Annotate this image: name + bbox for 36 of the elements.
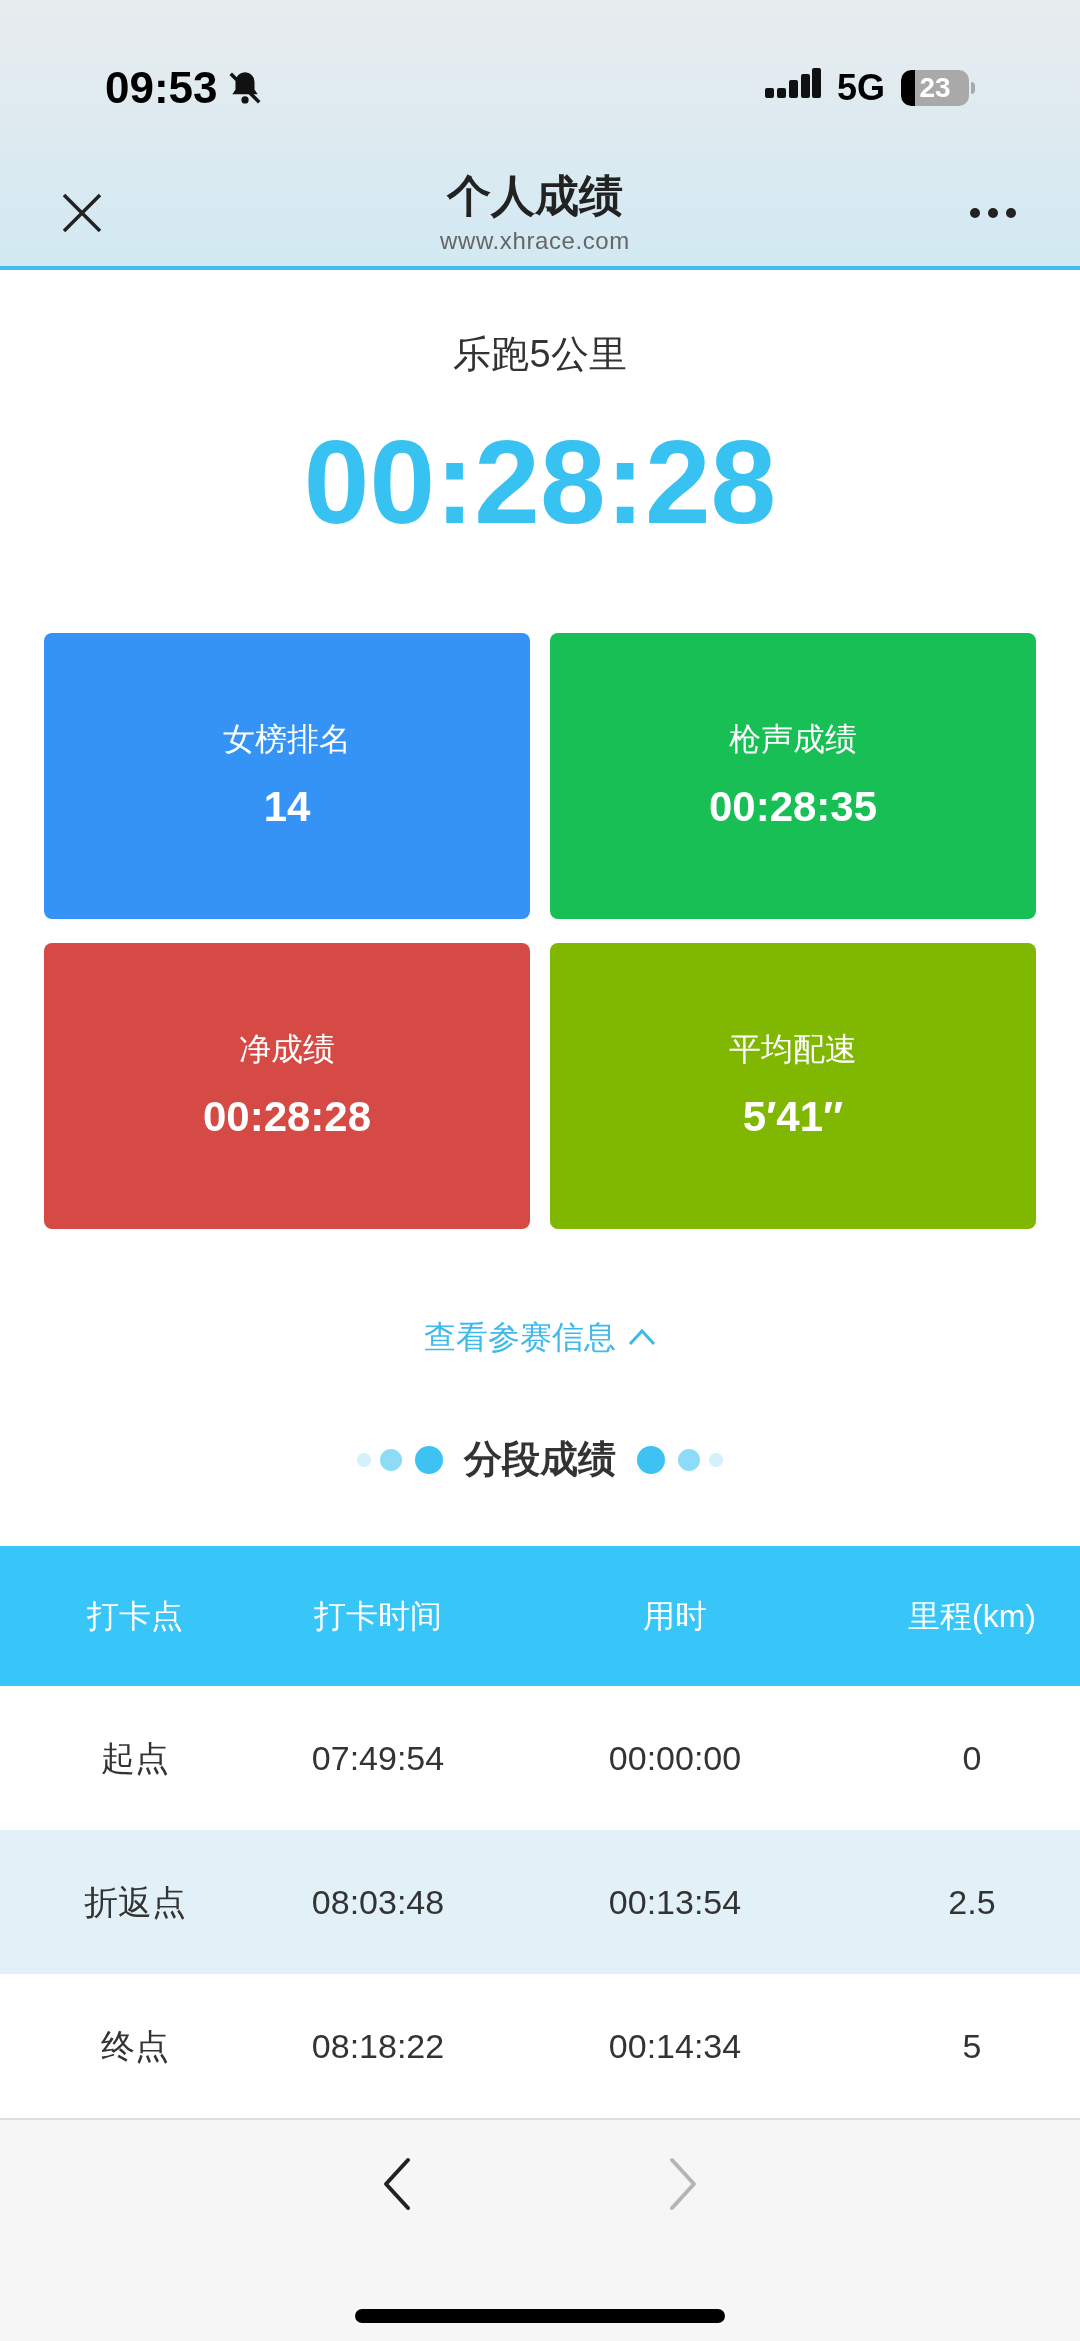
stat-value: 14 [263,781,311,832]
table-cell-text: 0 [962,1737,982,1779]
site-url: www.xhrace.com [440,225,630,256]
caret-up-icon [628,1328,656,1346]
table-cell-text: 终点 [101,2025,169,2067]
stat-value: 00:28:35 [708,781,878,832]
stat-value: 5′41″ [742,1091,844,1142]
table-cell-text: 00:14:34 [608,2025,742,2067]
column-header: 打卡时间 [314,1597,442,1636]
info-link[interactable]: 查看参赛信息 [424,1313,656,1361]
dots-icon [636,1444,724,1475]
page-title: 个人成绩 [447,169,623,222]
table-cell-text: 07:49:54 [311,1737,445,1779]
table-cell-text: 00:00:00 [608,1737,742,1779]
table-cell-text: 5 [962,2025,982,2067]
event-name: 乐跑5公里 [453,332,627,377]
column-header: 打卡点 [87,1597,183,1636]
stat-value: 00:28:28 [202,1091,372,1142]
table-cell-text: 折返点 [84,1881,186,1923]
table-cell-text: 00:13:54 [608,1881,742,1923]
stat-label: 枪声成绩 [729,719,857,759]
stat-label: 平均配速 [729,1029,857,1069]
column-header: 里程(km) [908,1597,1036,1636]
battery-indicator: 23 [901,70,975,106]
finish-time: 00:28:28 [303,423,777,541]
network-label: 5G [836,66,885,110]
stat-label: 净成绩 [239,1029,335,1069]
section-title: 分段成绩 [462,1437,617,1482]
status-time: 09:53 [105,62,218,114]
table-cell-text: 起点 [101,1737,169,1779]
table-cell-text: 08:03:48 [311,1881,445,1923]
stat-label: 女榜排名 [223,719,351,759]
table-cell-text: 2.5 [948,1881,996,1923]
column-header: 用时 [643,1597,707,1636]
dots-icon [356,1444,444,1475]
table-cell-text: 08:18:22 [311,2025,445,2067]
